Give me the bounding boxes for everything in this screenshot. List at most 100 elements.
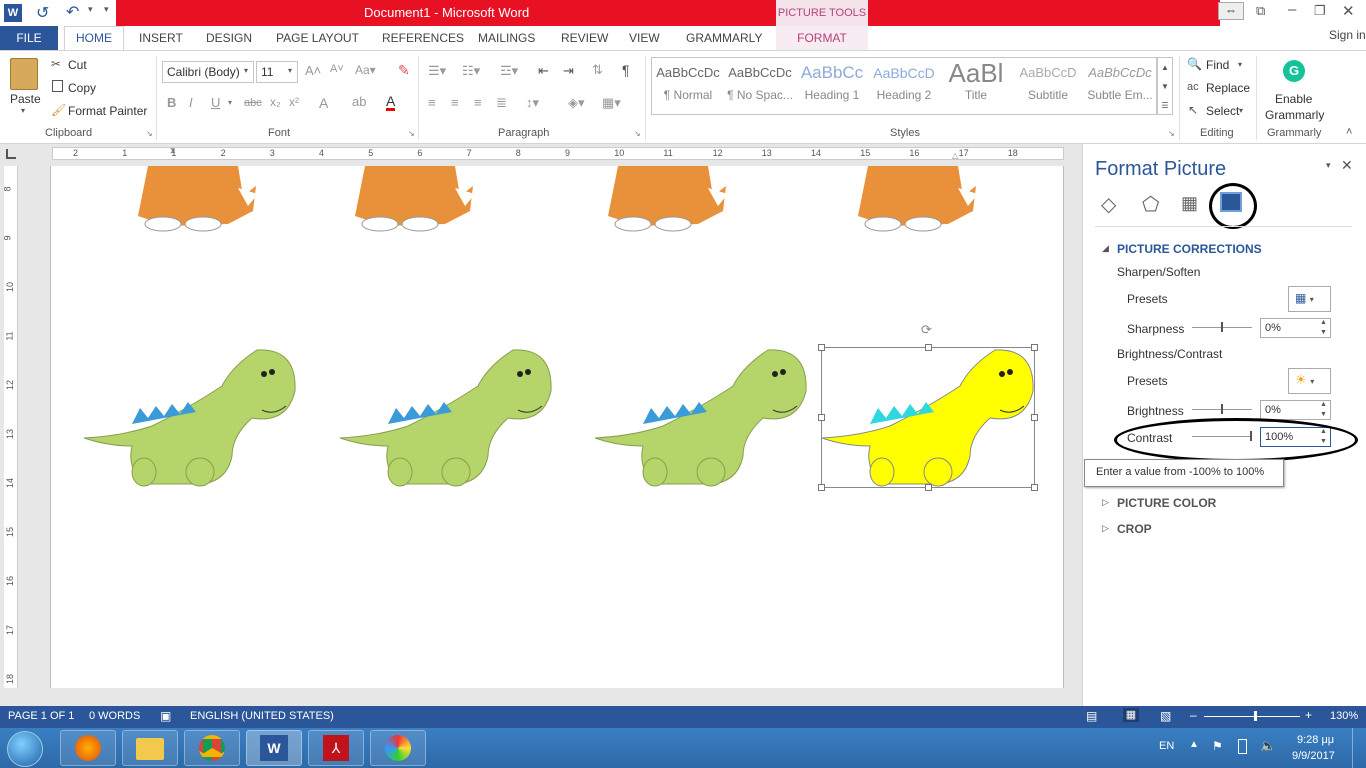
restore-icon[interactable]: ❐ xyxy=(1314,3,1326,19)
clock-time[interactable]: 9:28 μμ xyxy=(1297,734,1334,746)
underline-icon[interactable]: U xyxy=(211,95,220,110)
justify-icon[interactable]: ≣ xyxy=(496,95,507,111)
right-indent-marker-icon[interactable]: △ xyxy=(952,151,958,160)
zoom-slider[interactable] xyxy=(1204,716,1300,717)
dinosaur-image[interactable] xyxy=(82,346,298,488)
show-hidden-icons-icon[interactable]: ▲ xyxy=(1189,739,1199,750)
style-no-spacing[interactable]: AaBbCcDc ¶ No Spac... xyxy=(725,60,795,112)
proofing-icon[interactable]: ▣ xyxy=(160,709,171,723)
show-marks-icon[interactable]: ¶ xyxy=(622,62,630,78)
fill-line-icon[interactable]: ◇ xyxy=(1101,192,1116,217)
save-icon[interactable]: ↺ xyxy=(36,3,49,23)
crop-header[interactable]: CROP xyxy=(1117,522,1152,536)
taskbar-acrobat[interactable]: ⅄ xyxy=(308,730,364,766)
zoom-out-icon[interactable]: – xyxy=(1190,708,1197,722)
effects-icon[interactable]: ⬠ xyxy=(1142,192,1159,217)
bold-icon[interactable]: B xyxy=(167,95,176,110)
sort-icon[interactable]: ⇅ xyxy=(592,62,603,78)
align-right-icon[interactable]: ≡ xyxy=(474,95,482,110)
taskbar-paint[interactable] xyxy=(370,730,426,766)
more-styles-icon[interactable]: ☰ xyxy=(1158,96,1172,115)
zoom-slider-thumb[interactable] xyxy=(1254,711,1257,721)
enable-grammarly-label[interactable]: Enable xyxy=(1275,92,1312,106)
tab-references[interactable]: REFERENCES xyxy=(382,31,464,45)
clock-date[interactable]: 9/9/2017 xyxy=(1292,750,1335,762)
dinosaur-image[interactable] xyxy=(593,346,809,488)
superscript-icon[interactable]: x² xyxy=(289,95,299,109)
taskbar-chrome[interactable] xyxy=(184,730,240,766)
action-center-flag-icon[interactable]: ⚑ xyxy=(1212,739,1223,753)
scroll-up-icon[interactable]: ▲ xyxy=(1158,58,1172,77)
clear-formatting-icon[interactable]: ✎ xyxy=(398,62,410,79)
highlight-icon[interactable]: ab xyxy=(352,94,366,109)
expand-icon[interactable]: ▷ xyxy=(1102,497,1109,508)
resize-handle[interactable] xyxy=(818,484,825,491)
copy-button[interactable]: Copy xyxy=(68,81,96,95)
pane-close-icon[interactable]: ✕ xyxy=(1341,157,1353,174)
taskbar-word[interactable]: W xyxy=(246,730,302,766)
underline-dropdown-icon[interactable]: ▾ xyxy=(228,98,232,107)
grammarly-name-label[interactable]: Grammarly xyxy=(1265,108,1324,122)
layout-properties-icon[interactable]: ▦ xyxy=(1181,193,1198,214)
tab-page-layout[interactable]: PAGE LAYOUT xyxy=(276,31,359,45)
tab-format[interactable]: FORMAT xyxy=(776,26,868,50)
decrease-indent-icon[interactable]: ⇤ xyxy=(538,63,549,79)
bullets-icon[interactable]: ☰▾ xyxy=(428,63,446,79)
picture-corrections-header[interactable]: PICTURE CORRECTIONS xyxy=(1117,242,1262,256)
style-heading-1[interactable]: AaBbCc Heading 1 xyxy=(797,60,867,112)
brightness-spinner-icon[interactable]: ▲ ▼ xyxy=(1320,400,1327,420)
resize-handle[interactable] xyxy=(925,344,932,351)
vertical-ruler[interactable] xyxy=(4,166,18,688)
tab-view[interactable]: VIEW xyxy=(629,31,660,45)
customize-qat-icon[interactable]: ▾ xyxy=(104,4,109,15)
resize-handle[interactable] xyxy=(1031,484,1038,491)
line-spacing-icon[interactable]: ↕▾ xyxy=(526,95,539,111)
zoom-in-icon[interactable]: + xyxy=(1305,708,1312,722)
tab-home[interactable]: HOME xyxy=(64,26,124,51)
rotate-handle-icon[interactable]: ⟳ xyxy=(921,322,932,338)
select-button[interactable]: Select xyxy=(1206,104,1239,118)
language-indicator[interactable]: ENGLISH (UNITED STATES) xyxy=(190,710,334,722)
start-button-icon[interactable] xyxy=(7,731,43,767)
subscript-icon[interactable]: x₂ xyxy=(270,95,281,109)
minimize-icon[interactable]: – xyxy=(1288,1,1296,18)
tab-file[interactable]: FILE xyxy=(0,26,58,50)
align-center-icon[interactable]: ≡ xyxy=(451,95,459,110)
resize-icon[interactable]: ⇔ xyxy=(1218,2,1244,20)
word-count[interactable]: 0 WORDS xyxy=(89,710,140,722)
shading-icon[interactable]: ◈▾ xyxy=(568,95,585,111)
style-normal[interactable]: AaBbCcDc ¶ Normal xyxy=(653,60,723,112)
read-mode-icon[interactable]: ▤ xyxy=(1086,709,1097,723)
clipboard-launcher-icon[interactable]: ↘ xyxy=(146,129,153,138)
expand-icon[interactable]: ▷ xyxy=(1102,523,1109,534)
multilevel-list-icon[interactable]: ☲▾ xyxy=(500,63,518,79)
sharpness-spinner-icon[interactable]: ▲ ▼ xyxy=(1320,318,1327,338)
tab-design[interactable]: DESIGN xyxy=(206,31,252,45)
select-dropdown-icon[interactable]: ▾ xyxy=(1239,106,1243,115)
increase-indent-icon[interactable]: ⇥ xyxy=(563,63,574,79)
paste-dropdown-icon[interactable]: ▾ xyxy=(21,106,25,115)
volume-icon[interactable]: 🔈 xyxy=(1260,738,1276,754)
styles-launcher-icon[interactable]: ↘ xyxy=(1168,129,1175,138)
sharpen-presets-dropdown[interactable]: ▦ ▾ xyxy=(1288,286,1331,312)
ribbon-display-icon[interactable]: ⧉ xyxy=(1256,3,1265,19)
brightness-presets-dropdown[interactable]: ☀ ▾ xyxy=(1288,368,1331,394)
scroll-down-icon[interactable]: ▼ xyxy=(1158,77,1172,96)
shrink-font-icon[interactable]: A˅ xyxy=(330,63,344,75)
input-language[interactable]: EN xyxy=(1159,740,1174,752)
styles-scroll[interactable]: ▲ ▼ ☰ xyxy=(1157,57,1173,115)
sharpness-slider-thumb[interactable] xyxy=(1221,322,1223,332)
style-subtle-emphasis[interactable]: AaBbCcDc Subtle Em... xyxy=(1085,60,1155,112)
word-logo-icon[interactable]: W xyxy=(4,4,22,22)
font-name-dropdown-icon[interactable]: ▾ xyxy=(244,66,248,75)
paste-icon[interactable] xyxy=(10,58,38,90)
taskbar-explorer[interactable] xyxy=(122,730,178,766)
collapse-icon[interactable]: ◢ xyxy=(1102,243,1109,254)
tab-selector-icon[interactable] xyxy=(6,149,16,159)
resize-handle[interactable] xyxy=(1031,344,1038,351)
show-desktop-button[interactable] xyxy=(1352,728,1366,768)
change-case-icon[interactable]: Aa▾ xyxy=(355,63,376,77)
style-title[interactable]: AaBl Title xyxy=(941,60,1011,112)
picture-color-header[interactable]: PICTURE COLOR xyxy=(1117,496,1216,510)
grammarly-icon[interactable]: G xyxy=(1283,60,1305,82)
